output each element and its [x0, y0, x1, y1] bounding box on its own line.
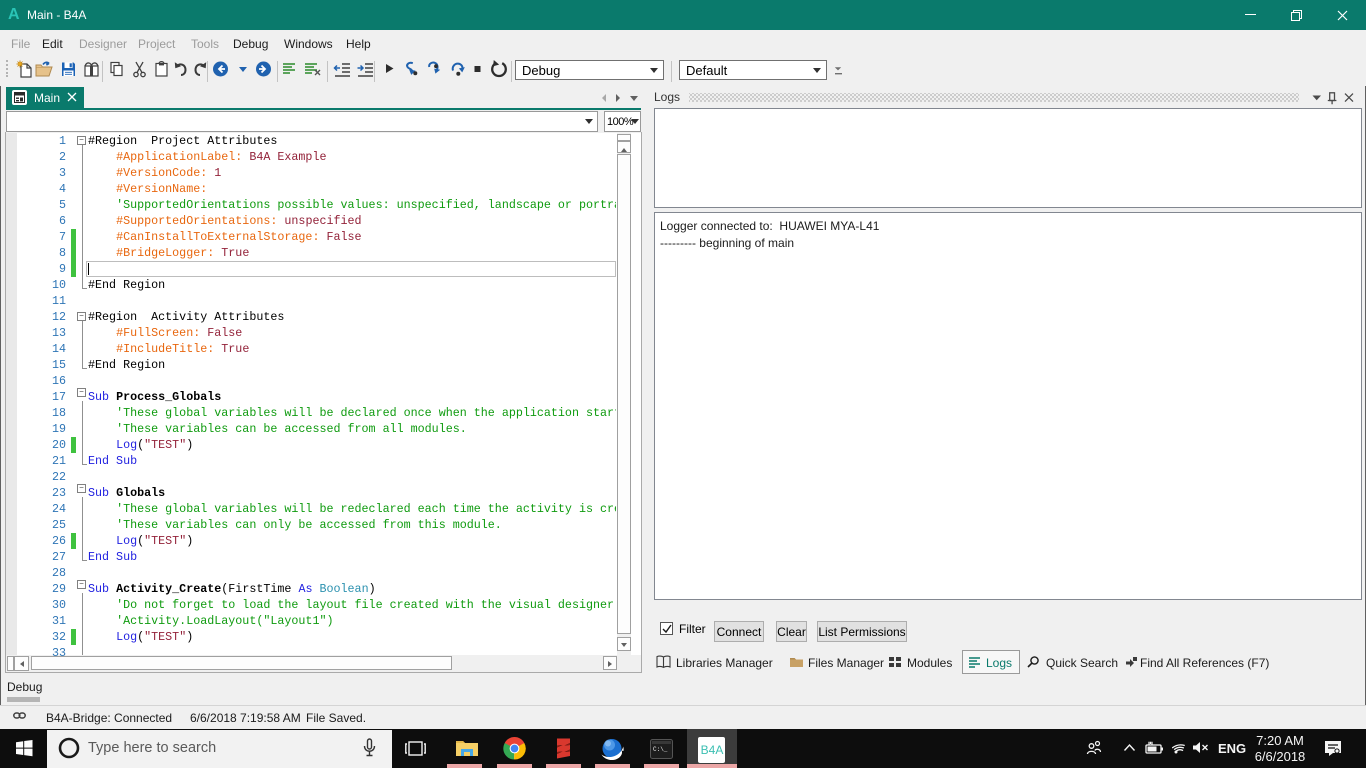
svg-text:C:\_: C:\_: [653, 746, 668, 753]
